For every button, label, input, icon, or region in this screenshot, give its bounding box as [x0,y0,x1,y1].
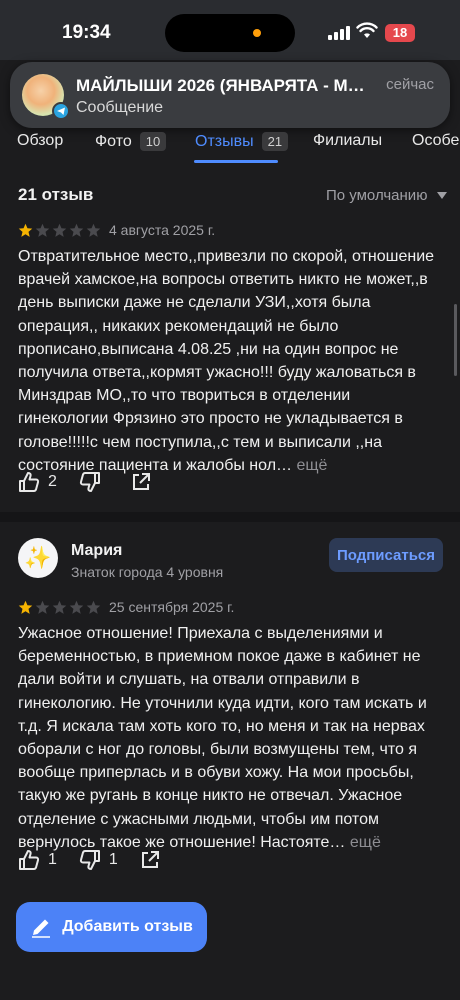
dislike-button[interactable]: 1 [79,849,118,871]
tab-label: Особе [412,132,460,149]
avatar[interactable]: ✨ [18,538,58,578]
author-level: Знаток города 4 уровня [71,564,224,580]
add-review-button[interactable]: Добавить отзыв [16,902,207,952]
review-body: Отвратительное место,,привезли по скорой… [18,248,435,474]
dislike-button[interactable] [79,471,109,493]
review-date: 25 сентября 2025 г. [109,599,235,615]
star-empty-icon [86,600,101,614]
share-icon [141,851,159,868]
share-icon [132,473,150,490]
tab-count: 21 [261,132,289,151]
star-empty-icon [35,600,50,614]
star-filled-icon [18,600,33,614]
review-meta: 4 августа 2025 г. [18,222,215,238]
chevron-down-icon [437,192,448,199]
star-empty-icon [69,223,84,237]
like-count: 2 [48,473,57,490]
star-rating [18,600,101,615]
like-count: 1 [48,851,57,868]
tab-label: Обзор [17,132,64,149]
tab-reviews[interactable]: Отзывы 21 [195,132,289,151]
cellular-signal-icon [328,26,350,40]
status-bar: 19:34 18 [0,0,460,60]
review-body: Ужасное отношение! Приехала с выделениям… [18,625,427,851]
sparkles-icon: ✨ [24,545,52,570]
tab-count: 10 [139,132,167,151]
tab-overview[interactable]: Обзор [17,132,63,150]
thumbs-down-icon [79,472,100,492]
thumbs-up-icon [19,850,40,870]
review-text: Отвратительное место,,привезли по скорой… [18,245,444,477]
star-empty-icon [35,223,50,237]
notification-time: сейчас [386,76,434,93]
thumbs-down-icon [79,850,100,870]
thumbs-up-icon [19,472,40,492]
review-meta: 25 сентября 2025 г. [18,599,234,615]
reviews-count: 21 отзыв [18,185,94,204]
review-divider [0,512,460,522]
notification-banner[interactable]: МАЙЛЫШИ 2026 (ЯНВАРЯТА - МАЙ... Сообщени… [10,62,450,128]
status-time: 19:34 [62,22,111,43]
telegram-icon [52,102,70,120]
like-button[interactable]: 2 [18,471,57,493]
dislike-count: 1 [108,851,118,868]
star-empty-icon [69,600,84,614]
tab-label: Филиалы [313,132,383,149]
review-date: 4 августа 2025 г. [109,222,216,238]
scrollbar[interactable] [454,304,457,376]
battery-indicator: 18 [385,24,415,42]
add-review-label: Добавить отзыв [62,918,193,935]
tab-label: Фото [95,132,132,150]
star-empty-icon [52,223,67,237]
dynamic-island [165,14,295,52]
star-empty-icon [86,223,101,237]
tab-bar: Обзор Фото 10 Отзывы 21 Филиалы Особе [0,130,460,164]
star-filled-icon [18,223,33,237]
review-actions: 1 1 [18,849,182,871]
star-rating [18,223,101,238]
share-button[interactable] [140,850,160,870]
more-link[interactable]: ещё [296,457,327,474]
tab-label: Отзывы [195,132,254,150]
like-button[interactable]: 1 [18,849,57,871]
notification-title: МАЙЛЫШИ 2026 (ЯНВАРЯТА - МАЙ... [76,76,376,95]
tab-branches[interactable]: Филиалы [313,132,382,150]
subscribe-button[interactable]: Подписаться [329,538,443,572]
pencil-icon [32,919,51,938]
sort-label: По умолчанию [326,187,428,204]
more-link[interactable]: ещё [350,834,381,851]
review-text: Ужасное отношение! Приехала с выделениям… [18,622,444,854]
tab-photos[interactable]: Фото 10 [95,132,167,151]
wifi-icon [356,22,378,38]
star-empty-icon [52,600,67,614]
share-button[interactable] [131,472,151,492]
recording-indicator-icon [253,29,261,37]
author-name[interactable]: Мария [71,542,122,560]
sort-dropdown[interactable]: По умолчанию [326,187,448,204]
tab-features[interactable]: Особе [412,132,459,150]
active-tab-indicator [194,160,278,163]
notification-subtitle: Сообщение [76,99,164,116]
review-actions: 2 [18,471,173,493]
